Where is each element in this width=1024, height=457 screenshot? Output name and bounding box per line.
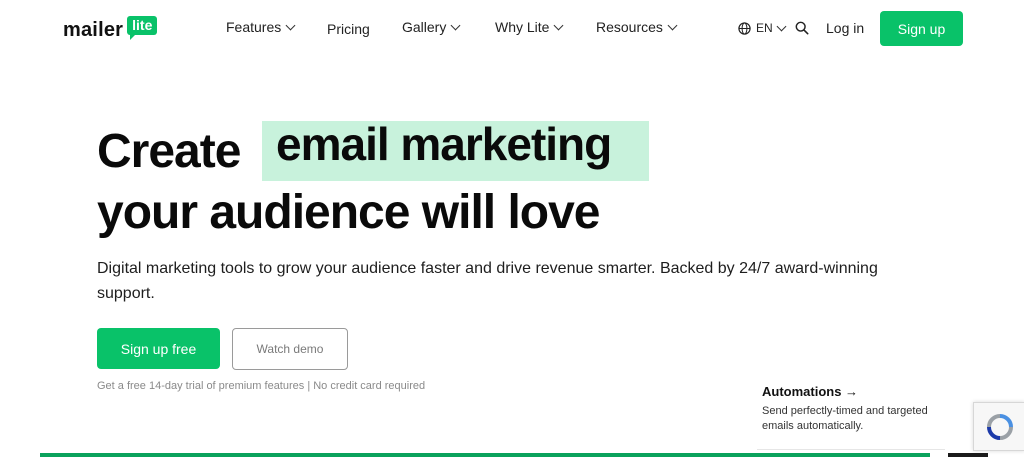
nav-pricing[interactable]: Pricing — [327, 21, 370, 37]
chevron-down-icon — [285, 20, 296, 30]
nav-resources-label: Resources — [596, 19, 663, 35]
chevron-down-icon — [667, 20, 678, 30]
login-link[interactable]: Log in — [826, 20, 864, 36]
nav-gallery[interactable]: Gallery — [402, 19, 461, 35]
search-icon[interactable] — [795, 21, 809, 35]
signup-button[interactable]: Sign up — [880, 11, 963, 46]
mailerlite-logo[interactable]: mailer lite — [63, 14, 158, 44]
nav-gallery-label: Gallery — [402, 19, 447, 35]
recaptcha-icon — [986, 413, 1013, 440]
nav-why-lite[interactable]: Why Lite — [495, 19, 564, 35]
language-selector[interactable]: EN — [738, 21, 787, 35]
nav-why-lite-label: Why Lite — [495, 19, 550, 35]
hero-subtitle: Digital marketing tools to grow your aud… — [97, 260, 878, 302]
automations-link[interactable]: Automations → — [762, 384, 858, 399]
hero-title-highlight: email marketing — [276, 118, 612, 170]
chevron-down-icon — [450, 20, 461, 30]
hero-title-line1: Create — [97, 125, 241, 178]
card-divider — [757, 449, 945, 450]
watch-demo-button[interactable]: Watch demo — [232, 328, 348, 370]
nav-features[interactable]: Features — [226, 19, 296, 35]
nav-features-label: Features — [226, 19, 282, 35]
nav-resources[interactable]: Resources — [596, 19, 678, 35]
section-bottom-edge-dark — [948, 453, 988, 457]
automations-description: Send perfectly-timed and targeted emails… — [762, 405, 928, 432]
logo-word: mailer — [63, 19, 124, 41]
section-bottom-edge — [40, 453, 930, 457]
globe-icon — [738, 21, 751, 35]
trial-note: Get a free 14-day trial of premium featu… — [97, 380, 426, 392]
signup-free-button[interactable]: Sign up free — [97, 328, 220, 369]
nav-pricing-label: Pricing — [327, 21, 370, 37]
language-label: EN — [756, 21, 773, 35]
logo-badge: lite — [127, 16, 158, 40]
chevron-down-icon — [776, 21, 787, 31]
recaptcha-badge[interactable] — [973, 402, 1024, 451]
hero-title-line2: your audience will love — [97, 186, 600, 239]
chevron-down-icon — [554, 20, 564, 30]
